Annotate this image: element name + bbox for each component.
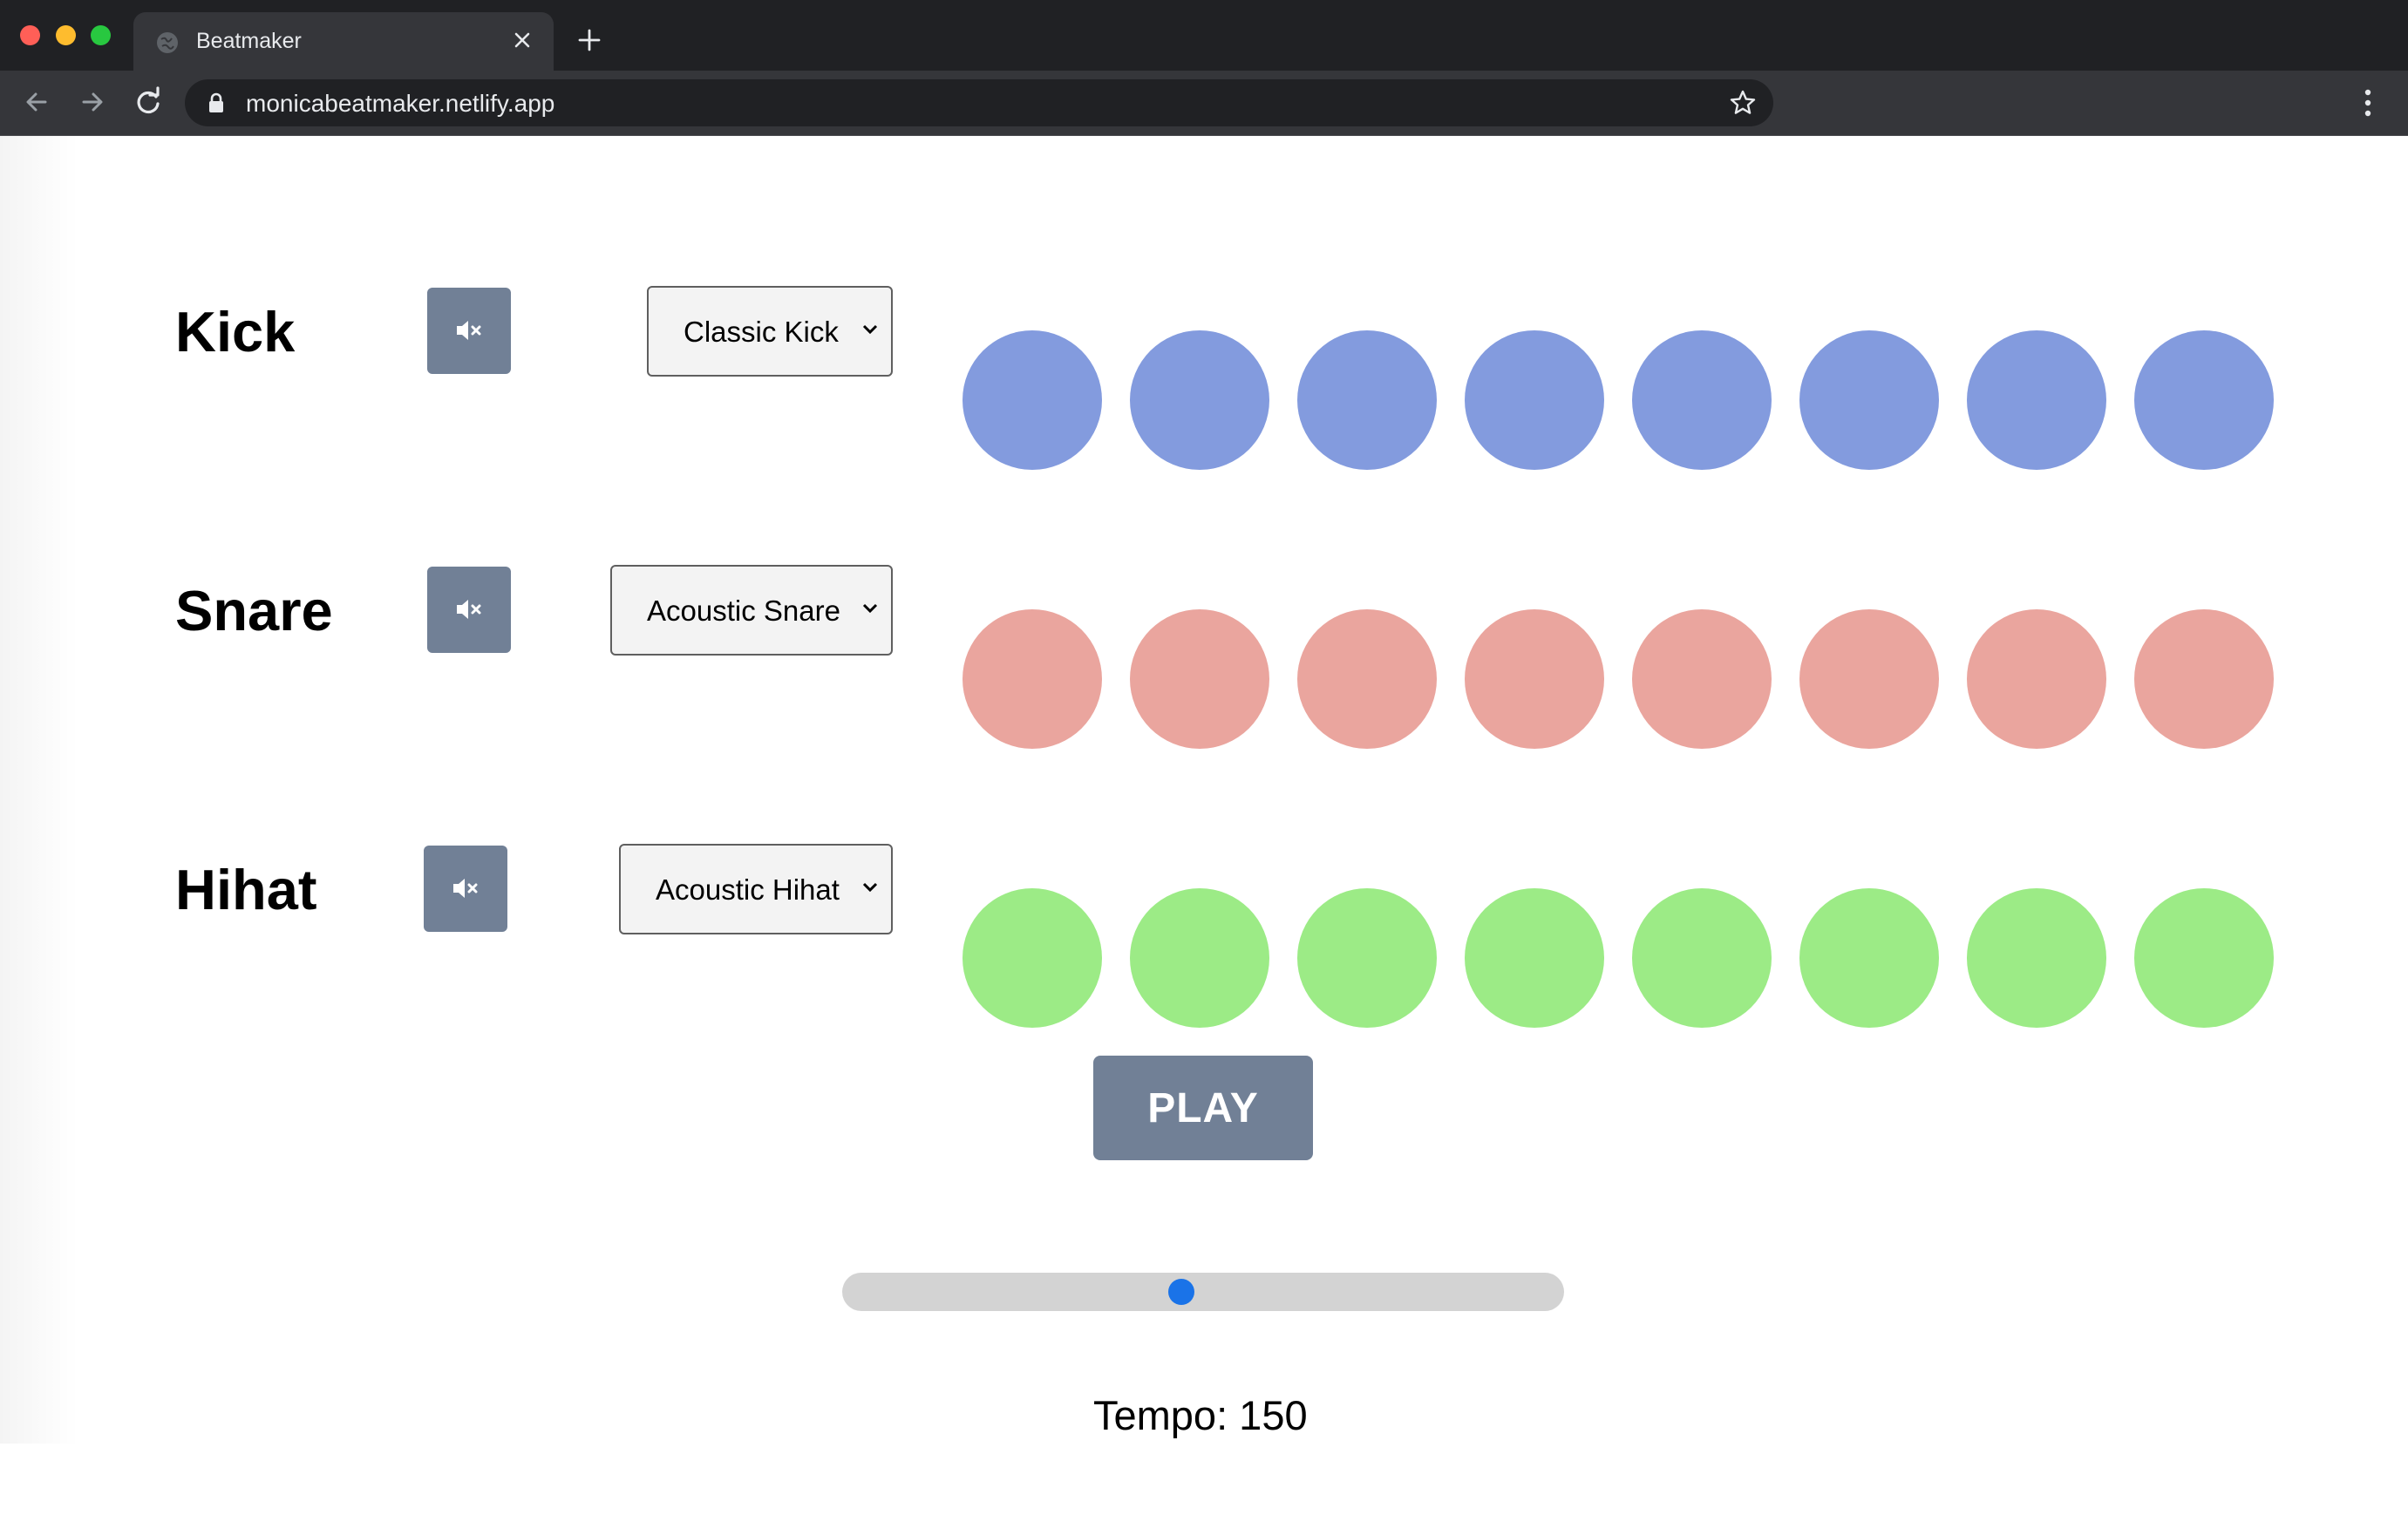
address-bar[interactable]: monicabeatmaker.netlify.app — [185, 79, 1773, 126]
beat-pad-kick-2[interactable] — [1130, 330, 1269, 470]
browser-tab[interactable]: Beatmaker — [133, 12, 554, 71]
browser-toolbar: monicabeatmaker.netlify.app — [0, 71, 2408, 136]
chevron-down-icon — [862, 603, 878, 614]
kebab-menu-icon[interactable] — [2357, 86, 2378, 119]
beat-pad-hihat-4[interactable] — [1465, 888, 1604, 1028]
beat-pad-kick-4[interactable] — [1465, 330, 1604, 470]
beat-pad-kick-6[interactable] — [1799, 330, 1939, 470]
globe-icon — [157, 32, 178, 53]
sound-select-hihat[interactable]: Acoustic Hihat — [619, 844, 893, 934]
url-text: monicabeatmaker.netlify.app — [246, 90, 555, 117]
volume-mute-icon — [457, 600, 481, 619]
beat-pad-hihat-6[interactable] — [1799, 888, 1939, 1028]
minimize-window-button[interactable] — [56, 25, 76, 45]
mute-button-hihat[interactable] — [424, 846, 507, 932]
forward-arrow-icon[interactable] — [75, 85, 110, 119]
star-icon[interactable] — [1728, 88, 1758, 118]
tab-title: Beatmaker — [196, 29, 302, 53]
beat-pad-hihat-2[interactable] — [1130, 888, 1269, 1028]
new-tab-icon[interactable] — [575, 26, 603, 54]
beat-pad-kick-5[interactable] — [1632, 330, 1772, 470]
beat-pad-hihat-5[interactable] — [1632, 888, 1772, 1028]
beat-pad-snare-8[interactable] — [2134, 609, 2274, 749]
sound-select-snare[interactable]: Acoustic Snare — [610, 565, 893, 656]
tempo-readout: Tempo: 150 — [1093, 1392, 1308, 1438]
mute-button-kick[interactable] — [427, 288, 511, 374]
chevron-down-icon — [862, 324, 878, 335]
close-window-button[interactable] — [20, 25, 40, 45]
page-edge-shadow — [0, 136, 78, 1444]
sound-select-value: Acoustic Snare — [647, 595, 840, 627]
beat-pad-kick-3[interactable] — [1297, 330, 1437, 470]
beat-pad-hihat-3[interactable] — [1297, 888, 1437, 1028]
beat-pad-kick-8[interactable] — [2134, 330, 2274, 470]
tempo-slider-thumb[interactable] — [1168, 1279, 1195, 1305]
back-arrow-icon[interactable] — [19, 85, 54, 119]
beat-pad-snare-2[interactable] — [1130, 609, 1269, 749]
sound-select-value: Classic Kick — [684, 316, 839, 348]
beat-pad-kick-7[interactable] — [1967, 330, 2106, 470]
beat-pad-kick-1[interactable] — [963, 330, 1102, 470]
tab-strip: Beatmaker — [0, 0, 2408, 71]
beat-pad-snare-1[interactable] — [963, 609, 1102, 749]
reload-icon[interactable] — [131, 85, 166, 119]
volume-mute-icon — [457, 321, 481, 340]
volume-mute-icon — [453, 879, 478, 898]
sound-select-kick[interactable]: Classic Kick — [647, 286, 893, 377]
play-button[interactable]: PLAY — [1093, 1056, 1313, 1160]
chevron-down-icon — [862, 882, 878, 893]
close-tab-icon[interactable] — [508, 26, 536, 54]
beat-pad-snare-5[interactable] — [1632, 609, 1772, 749]
track-label-snare: Snare — [175, 579, 333, 642]
beat-pad-snare-7[interactable] — [1967, 609, 2106, 749]
maximize-window-button[interactable] — [91, 25, 111, 45]
track-label-hihat: Hihat — [175, 858, 317, 921]
lock-icon — [209, 92, 223, 112]
mute-button-snare[interactable] — [427, 567, 511, 653]
beat-pad-hihat-1[interactable] — [963, 888, 1102, 1028]
beat-pad-snare-3[interactable] — [1297, 609, 1437, 749]
beatmaker-page: Kick Classic Kick Snare Acoustic Snare H… — [0, 136, 2408, 1522]
beat-pad-snare-4[interactable] — [1465, 609, 1604, 749]
beat-pad-hihat-7[interactable] — [1967, 888, 2106, 1028]
beat-pad-hihat-8[interactable] — [2134, 888, 2274, 1028]
sound-select-value: Acoustic Hihat — [656, 873, 840, 906]
tempo-slider[interactable] — [842, 1273, 1564, 1311]
beat-pad-snare-6[interactable] — [1799, 609, 1939, 749]
track-label-kick: Kick — [175, 300, 296, 364]
